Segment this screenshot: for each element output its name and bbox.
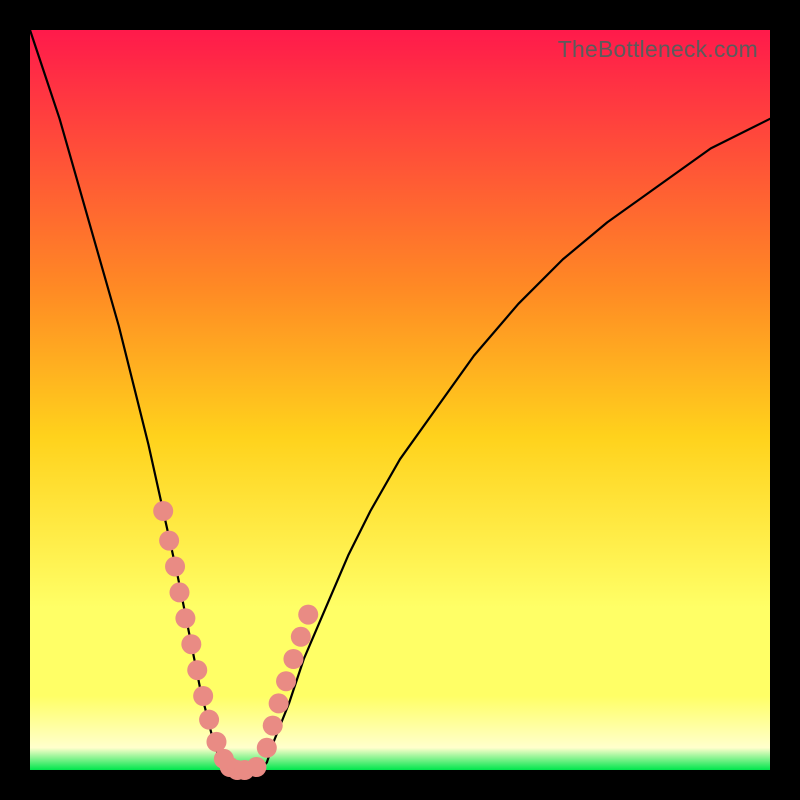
curve-marker	[165, 557, 185, 577]
curve-marker	[153, 501, 173, 521]
curve-marker	[175, 608, 195, 628]
curve-marker	[257, 738, 277, 758]
curve-marker	[276, 671, 296, 691]
curve-marker	[291, 627, 311, 647]
curve-marker	[169, 582, 189, 602]
curve-marker	[159, 531, 179, 551]
curve-marker	[206, 732, 226, 752]
curve-marker	[199, 710, 219, 730]
curve-marker	[269, 693, 289, 713]
curve-marker	[298, 605, 318, 625]
curve-marker	[263, 716, 283, 736]
curve-marker	[193, 686, 213, 706]
curve-marker	[246, 757, 266, 777]
plot-area: TheBottleneck.com	[30, 30, 770, 770]
bottleneck-curve	[30, 30, 770, 770]
chart-stage: TheBottleneck.com	[0, 0, 800, 800]
curve-marker	[187, 660, 207, 680]
curve-marker	[283, 649, 303, 669]
curve-marker	[181, 634, 201, 654]
